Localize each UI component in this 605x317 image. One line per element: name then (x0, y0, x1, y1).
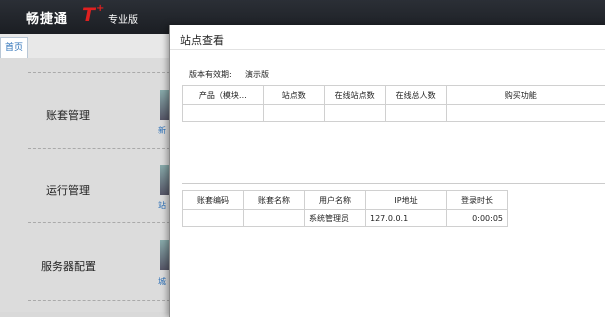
module-icon-label[interactable]: 城 (158, 276, 166, 287)
table-cell (324, 105, 385, 122)
site-view-dialog: 站点查看 版本有效期: 演示版 产品（模块… 站点数 在线站点数 在线总人数 购… (169, 25, 605, 317)
table-row[interactable]: 系统管理员 127.0.0.1 0:00:05 (183, 210, 508, 227)
session-table-header: 账套编码 账套名称 用户名称 IP地址 登录时长 (183, 191, 508, 210)
dialog-title: 站点查看 (180, 32, 224, 48)
column-header[interactable]: 在线站点数 (324, 86, 385, 105)
ip-address-cell: 127.0.0.1 (366, 210, 447, 227)
dialog-title-divider (170, 49, 605, 50)
brand-logo-plus: + (96, 3, 104, 14)
table-cell (183, 105, 264, 122)
column-header[interactable]: IP地址 (366, 191, 447, 210)
product-table-header: 产品（模块… 站点数 在线站点数 在线总人数 购买功能 (183, 86, 605, 105)
nav-divider (28, 222, 170, 223)
column-header[interactable]: 在线总人数 (385, 86, 446, 105)
table-divider (182, 183, 605, 184)
table-cell (263, 105, 324, 122)
column-header[interactable]: 购买功能 (446, 86, 605, 105)
column-header[interactable]: 账套名称 (244, 191, 305, 210)
module-icon-label[interactable]: 新 (158, 125, 166, 136)
column-header[interactable]: 账套编码 (183, 191, 244, 210)
column-header[interactable]: 产品（模块… (183, 86, 264, 105)
table-row[interactable] (183, 105, 605, 122)
user-name-cell: 系统管理员 (305, 210, 366, 227)
nav-item-server-config[interactable]: 服务器配置 (41, 258, 96, 274)
session-table: 账套编码 账套名称 用户名称 IP地址 登录时长 系统管理员 127.0.0.1… (182, 190, 508, 227)
edition-label: 专业版 (108, 11, 138, 26)
nav-item-account-management[interactable]: 账套管理 (46, 107, 90, 123)
column-header[interactable]: 站点数 (263, 86, 324, 105)
module-icon-label[interactable]: 站 (158, 200, 166, 211)
account-name-cell (244, 210, 305, 227)
table-cell (385, 105, 446, 122)
column-header[interactable]: 登录时长 (447, 191, 508, 210)
nav-item-run-management[interactable]: 运行管理 (46, 182, 90, 198)
brand-logo-t: T (82, 4, 95, 26)
account-code-cell (183, 210, 244, 227)
tab-home[interactable]: 首页 (0, 37, 28, 59)
table-cell (446, 105, 605, 122)
version-label: 版本有效期: (189, 69, 232, 80)
nav-divider (28, 148, 170, 149)
nav-divider (28, 300, 170, 301)
product-table: 产品（模块… 站点数 在线站点数 在线总人数 购买功能 (182, 85, 605, 122)
login-duration-cell: 0:00:05 (447, 210, 508, 227)
column-header[interactable]: 用户名称 (305, 191, 366, 210)
nav-divider (28, 72, 170, 73)
brand-name: 畅捷通 (26, 8, 68, 27)
version-value: 演示版 (245, 69, 269, 80)
